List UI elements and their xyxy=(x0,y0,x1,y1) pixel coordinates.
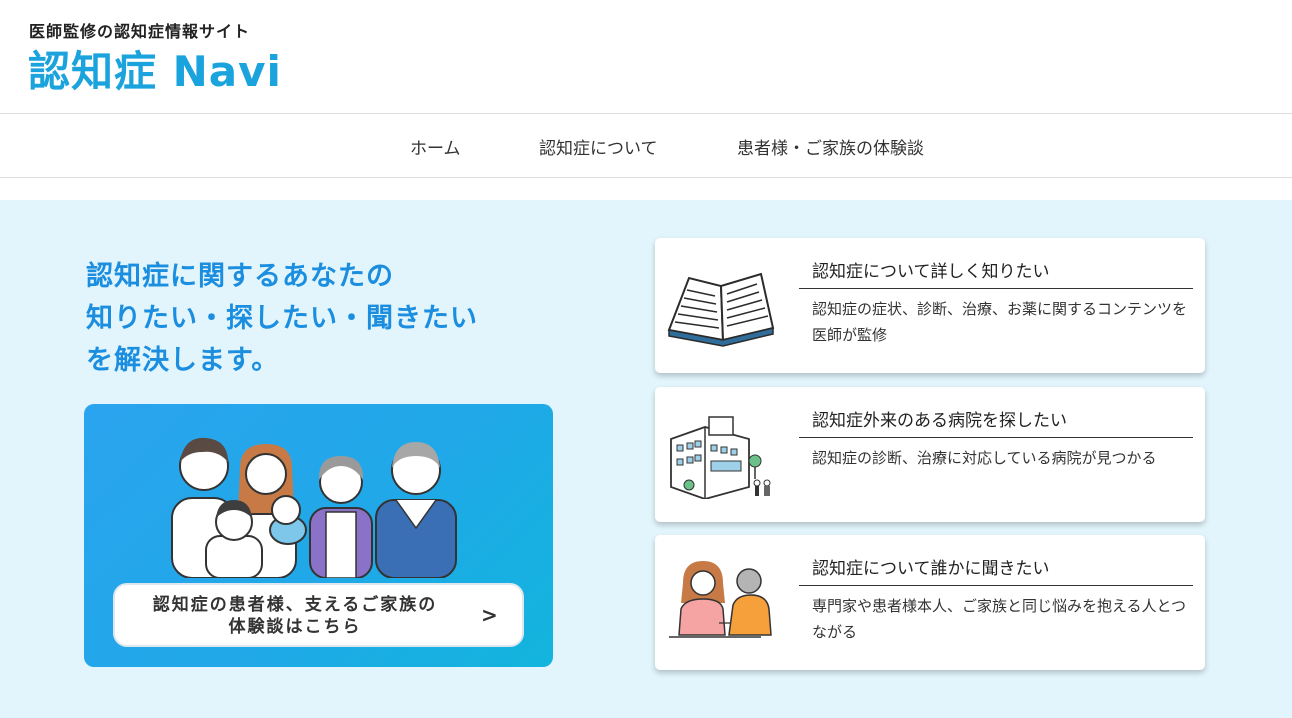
card-description: 専門家や患者様本人、ご家族と同じ悩みを抱える人とつながる xyxy=(812,597,1186,641)
site-logo[interactable]: 認知症 Navi xyxy=(28,44,282,100)
chevron-right-icon: > xyxy=(481,603,498,627)
hero-headline: 認知症に関するあなたの 知りたい・探したい・聞きたい を解決します。 xyxy=(86,256,478,382)
hero-section: 認知症に関するあなたの 知りたい・探したい・聞きたい を解決します。 認知症の患… xyxy=(0,200,1292,718)
card-description: 認知症の診断、治療に対応している病院が見つかる xyxy=(812,449,1157,467)
conversation-icon xyxy=(669,561,772,638)
hero-headline-line: を解決します。 xyxy=(86,345,280,376)
nav-item-experiences[interactable]: 患者様・ご家族の体験談 xyxy=(737,134,924,159)
card-title: 認知症について誰かに聞きたい xyxy=(812,559,1050,579)
nav-item-about-dementia[interactable]: 認知症について xyxy=(539,134,658,159)
card-description: 認知症の症状、診断、治療、お薬に関するコンテンツを医師が監修 xyxy=(812,300,1188,344)
experiences-link-line: 認知症の患者様、支えるご家族の xyxy=(152,595,438,615)
card-ask-someone[interactable]: 認知症について誰かに聞きたい 専門家や患者様本人、ご家族と同じ悩みを抱える人とつ… xyxy=(655,535,1205,670)
card-title: 認知症について詳しく知りたい xyxy=(812,262,1050,282)
card-title: 認知症外来のある病院を探したい xyxy=(812,411,1067,431)
card-divider xyxy=(799,437,1193,438)
card-learn-dementia[interactable]: 認知症について詳しく知りたい 認知症の症状、診断、治療、お薬に関するコンテンツを… xyxy=(655,238,1205,373)
experiences-link-button[interactable]: 認知症の患者様、支えるご家族の 体験談はこちら > xyxy=(113,583,524,647)
card-find-hospital[interactable]: 認知症外来のある病院を探したい 認知症の診断、治療に対応している病院が見つかる xyxy=(655,387,1205,522)
hero-headline-line: 知りたい・探したい・聞きたい xyxy=(86,303,478,334)
site-header: 医師監修の認知症情報サイト 認知症 Navi xyxy=(0,0,1292,113)
experiences-link-line: 体験談はこちら xyxy=(228,617,362,637)
open-book-icon xyxy=(667,272,775,347)
experiences-banner[interactable]: 認知症の患者様、支えるご家族の 体験談はこちら > xyxy=(84,404,553,667)
nav-item-home[interactable]: ホーム xyxy=(410,134,461,159)
card-divider xyxy=(799,585,1193,586)
hospital-icon xyxy=(670,416,771,499)
global-nav: ホーム 認知症について 患者様・ご家族の体験談 xyxy=(0,113,1292,178)
card-divider xyxy=(799,288,1193,289)
family-illustration xyxy=(171,437,457,578)
hero-headline-line: 認知症に関するあなたの xyxy=(86,261,394,292)
experiences-link-label: 認知症の患者様、支えるご家族の 体験談はこちら xyxy=(115,594,475,638)
site-tagline: 医師監修の認知症情報サイト xyxy=(29,22,251,41)
